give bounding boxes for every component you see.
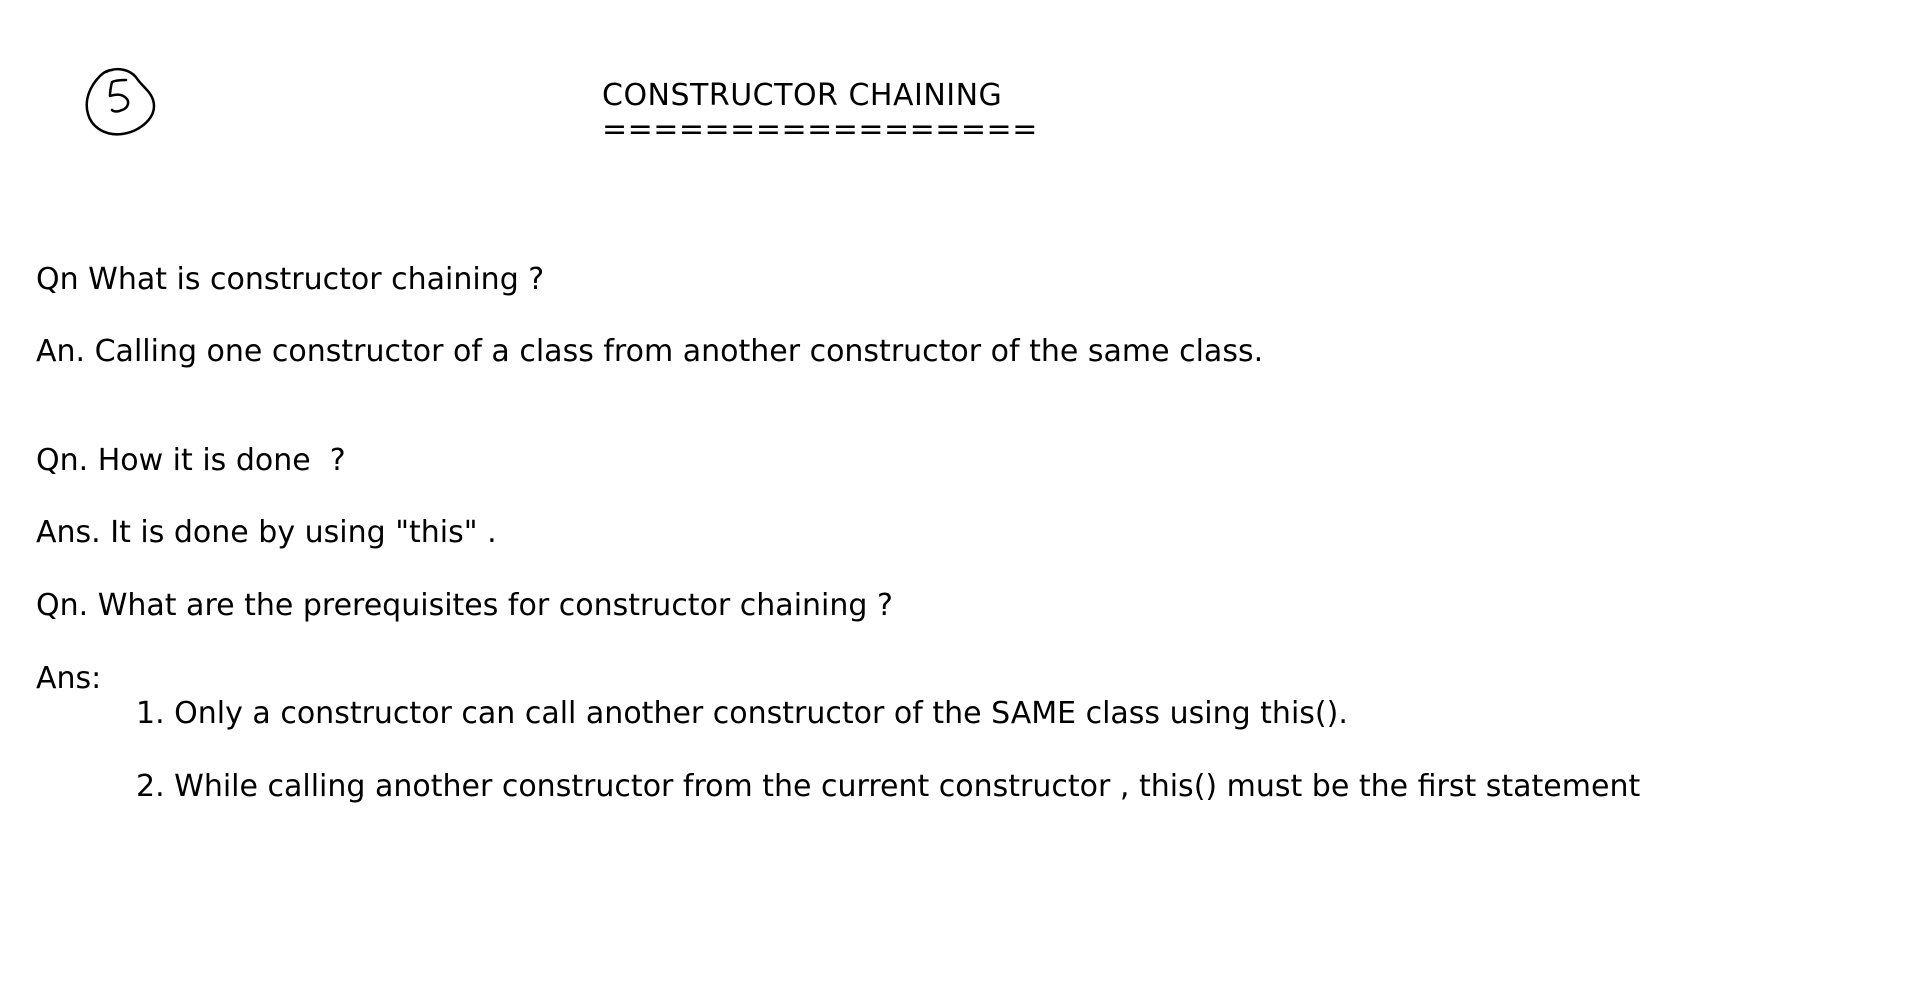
title-underline: =================: [602, 112, 1038, 147]
answer-2: Ans. It is done by using "this" .: [36, 515, 497, 550]
question-2: Qn. How it is done ?: [36, 443, 346, 478]
answer-1: An. Calling one constructor of a class f…: [36, 334, 1264, 369]
question-1: Qn What is constructor chaining ?: [36, 262, 545, 297]
page-title: CONSTRUCTOR CHAINING: [602, 78, 1003, 113]
note-page: CONSTRUCTOR CHAINING ================= Q…: [0, 0, 1920, 1001]
answer-3-label: Ans:: [36, 661, 102, 696]
answer-3-item-2: 2. While calling another constructor fro…: [136, 769, 1641, 804]
question-3: Qn. What are the prerequisites for const…: [36, 588, 893, 623]
answer-3-item-1: 1. Only a constructor can call another c…: [136, 696, 1348, 731]
handwritten-page-number-5: [84, 64, 158, 140]
